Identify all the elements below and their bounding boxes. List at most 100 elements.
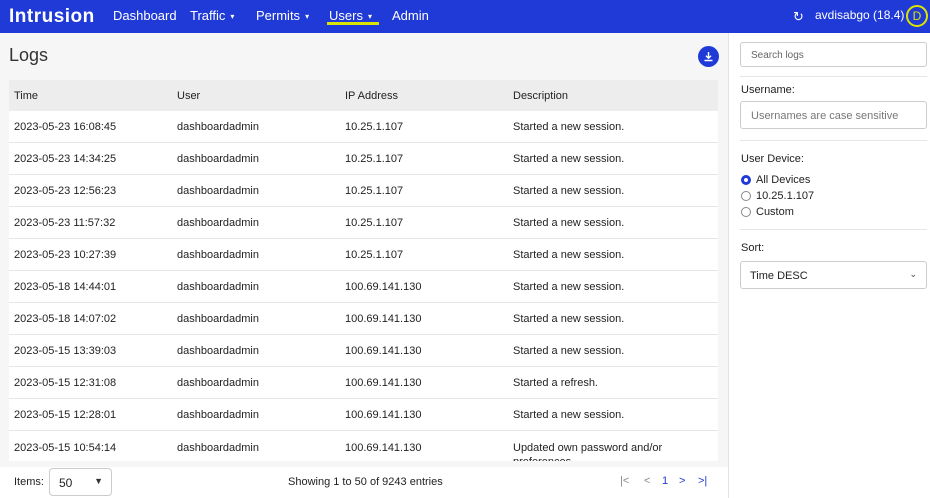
cell-user: dashboardadmin xyxy=(177,442,259,454)
sort-label: Sort: xyxy=(741,242,765,254)
cell-description: Updated own password and/or preferences. xyxy=(513,442,663,461)
search-input[interactable]: Search logs xyxy=(740,42,927,67)
cell-ip: 10.25.1.107 xyxy=(345,216,404,229)
cell-ip: 100.69.141.130 xyxy=(345,344,422,357)
username-input[interactable]: Usernames are case sensitive xyxy=(740,101,927,129)
cell-user: dashboardadmin xyxy=(177,280,259,293)
cell-ip: 100.69.141.130 xyxy=(345,312,422,325)
active-nav-underline xyxy=(327,22,379,25)
cell-description: Started a new session. xyxy=(513,120,625,133)
cell-user: dashboardadmin xyxy=(177,216,259,229)
nav-admin-label: Admin xyxy=(392,8,429,23)
header-user[interactable]: User xyxy=(177,90,345,102)
radio-device-10-25-1-107[interactable]: 10.25.1.107 xyxy=(741,190,814,202)
top-nav: Intrusion Dashboard Traffic ▾ Permits ▾ … xyxy=(0,0,930,33)
table-row[interactable]: 2023-05-23 10:27:39 dashboardadmin 10.25.1… xyxy=(9,239,718,271)
items-label: Items: xyxy=(14,476,44,488)
cell-user: dashboardadmin xyxy=(177,344,259,357)
cell-user: dashboardadmin xyxy=(177,408,259,421)
nav-admin[interactable]: Admin xyxy=(392,8,429,23)
radio-label: All Devices xyxy=(756,174,811,186)
cell-description: Started a new session. xyxy=(513,184,625,197)
table-row[interactable]: 2023-05-18 14:44:01 dashboardadmin 100.69.… xyxy=(9,271,718,303)
cell-time: 2023-05-23 16:08:45 xyxy=(14,120,117,133)
chevron-down-icon: ▾ xyxy=(367,11,372,21)
radio-label: Custom xyxy=(756,206,794,218)
cell-ip: 10.25.1.107 xyxy=(345,120,404,133)
username-label: Username: xyxy=(741,84,795,96)
table-footer: Items: 50 ▼ Showing 1 to 50 of 9243 entr… xyxy=(0,467,728,498)
username-placeholder: Usernames are case sensitive xyxy=(751,110,899,122)
radio-selected-icon xyxy=(741,175,751,185)
items-per-page-select[interactable]: 50 ▼ xyxy=(49,468,112,496)
cell-ip: 10.25.1.107 xyxy=(345,152,404,165)
filter-sidebar: Search logs Username: Usernames are case… xyxy=(728,33,930,498)
table-row[interactable]: 2023-05-23 11:57:32 dashboardadmin 10.25.1… xyxy=(9,207,718,239)
cell-ip: 100.69.141.130 xyxy=(345,442,422,454)
cell-time: 2023-05-15 12:28:01 xyxy=(14,408,117,421)
divider xyxy=(740,229,927,230)
cell-description: Started a new session. xyxy=(513,408,625,421)
radio-all-devices[interactable]: All Devices xyxy=(741,174,810,186)
table-row[interactable]: 2023-05-15 12:31:08 dashboardadmin 100.69.… xyxy=(9,367,718,399)
cell-time: 2023-05-23 11:57:32 xyxy=(14,216,116,229)
current-page-button[interactable]: 1 xyxy=(662,475,668,487)
nav-traffic-label: Traffic xyxy=(190,8,226,23)
cell-ip: 10.25.1.107 xyxy=(345,184,404,197)
table-row[interactable]: 2023-05-15 13:39:03 dashboardadmin 100.69.… xyxy=(9,335,718,367)
header-ip[interactable]: IP Address xyxy=(345,90,513,102)
next-page-icon[interactable]: > xyxy=(679,475,685,487)
nav-users[interactable]: Users ▾ xyxy=(329,8,372,23)
cell-time: 2023-05-15 12:31:08 xyxy=(14,376,117,389)
cell-time: 2023-05-15 13:39:03 xyxy=(14,344,117,357)
prev-page-icon[interactable]: < xyxy=(644,475,650,487)
cell-time: 2023-05-23 12:56:23 xyxy=(14,184,117,197)
table-row[interactable]: 2023-05-23 16:08:45 dashboardadmin 10.25.1… xyxy=(9,111,718,143)
table-row[interactable]: 2023-05-18 14:07:02 dashboardadmin 100.69.… xyxy=(9,303,718,335)
avatar[interactable]: D xyxy=(906,5,928,27)
nav-dashboard[interactable]: Dashboard xyxy=(113,8,177,23)
cell-description: Started a new session. xyxy=(513,216,625,229)
cell-ip: 10.25.1.107 xyxy=(345,248,404,261)
table-row[interactable]: 2023-05-23 14:34:25 dashboardadmin 10.25.1… xyxy=(9,143,718,175)
radio-unselected-icon xyxy=(741,207,751,217)
cell-time: 2023-05-23 14:34:25 xyxy=(14,152,117,165)
radio-custom[interactable]: Custom xyxy=(741,206,794,218)
table-row[interactable]: 2023-05-15 10:54:14 dashboardadmin 100.69.… xyxy=(9,431,718,461)
chevron-down-icon: ▼ xyxy=(94,476,103,486)
cell-time: 2023-05-18 14:44:01 xyxy=(14,280,117,293)
sort-select[interactable]: Time DESC ⌄ xyxy=(740,261,927,289)
chevron-down-icon: ⌄ xyxy=(909,269,917,279)
download-icon[interactable] xyxy=(698,46,719,67)
account-name[interactable]: avdisabgo (18.4) xyxy=(815,8,904,22)
cell-description: Started a refresh. xyxy=(513,376,598,389)
first-page-icon[interactable]: |< xyxy=(620,475,629,487)
items-per-page-value: 50 xyxy=(59,476,73,490)
nav-permits-label: Permits xyxy=(256,8,301,23)
nav-dashboard-label: Dashboard xyxy=(113,8,177,23)
nav-permits[interactable]: Permits ▾ xyxy=(256,8,309,23)
table-row[interactable]: 2023-05-15 12:28:01 dashboardadmin 100.69.… xyxy=(9,399,718,431)
table-header: Time User IP Address Description xyxy=(9,80,718,111)
radio-label: 10.25.1.107 xyxy=(756,190,815,202)
refresh-icon[interactable]: ↻ xyxy=(793,9,804,25)
header-description[interactable]: Description xyxy=(513,90,718,102)
entries-summary: Showing 1 to 50 of 9243 entries xyxy=(288,476,443,488)
header-time[interactable]: Time xyxy=(9,90,177,102)
last-page-icon[interactable]: >| xyxy=(698,475,707,487)
divider xyxy=(740,76,927,77)
table-row[interactable]: 2023-05-23 12:56:23 dashboardadmin 10.25.1… xyxy=(9,175,718,207)
cell-time: 2023-05-18 14:07:02 xyxy=(14,312,117,325)
cell-description: Started a new session. xyxy=(513,344,625,357)
logo[interactable]: Intrusion xyxy=(9,6,95,28)
chevron-down-icon: ▾ xyxy=(230,11,235,21)
cell-user: dashboardadmin xyxy=(177,152,259,165)
cell-user: dashboardadmin xyxy=(177,312,259,325)
cell-ip: 100.69.141.130 xyxy=(345,280,422,293)
chevron-down-icon: ▾ xyxy=(305,11,310,21)
logs-table: Time User IP Address Description 2023-05… xyxy=(9,80,718,461)
sort-value: Time DESC xyxy=(750,270,808,282)
cell-description: Started a new session. xyxy=(513,312,625,325)
cell-user: dashboardadmin xyxy=(177,376,259,389)
nav-traffic[interactable]: Traffic ▾ xyxy=(190,8,234,23)
